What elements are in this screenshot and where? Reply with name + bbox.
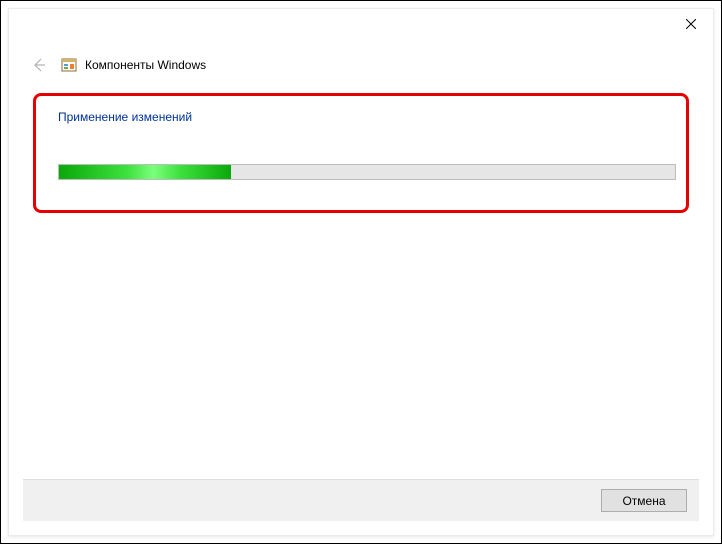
window-title: Компоненты Windows xyxy=(85,58,206,72)
progress-fill xyxy=(59,165,231,179)
footer: Отмена xyxy=(23,479,699,521)
close-icon xyxy=(686,19,696,29)
header: Компоненты Windows xyxy=(29,55,206,75)
progress-bar xyxy=(58,164,676,180)
status-title: Применение изменений xyxy=(58,110,192,124)
dialog-window: Компоненты Windows Применение изменений … xyxy=(8,8,714,536)
cancel-button[interactable]: Отмена xyxy=(601,489,687,512)
windows-features-icon xyxy=(61,57,77,73)
close-button[interactable] xyxy=(668,9,713,39)
back-arrow-icon xyxy=(31,57,47,73)
back-button[interactable] xyxy=(29,55,49,75)
highlight-annotation: Применение изменений xyxy=(33,93,689,213)
titlebar xyxy=(668,9,713,39)
